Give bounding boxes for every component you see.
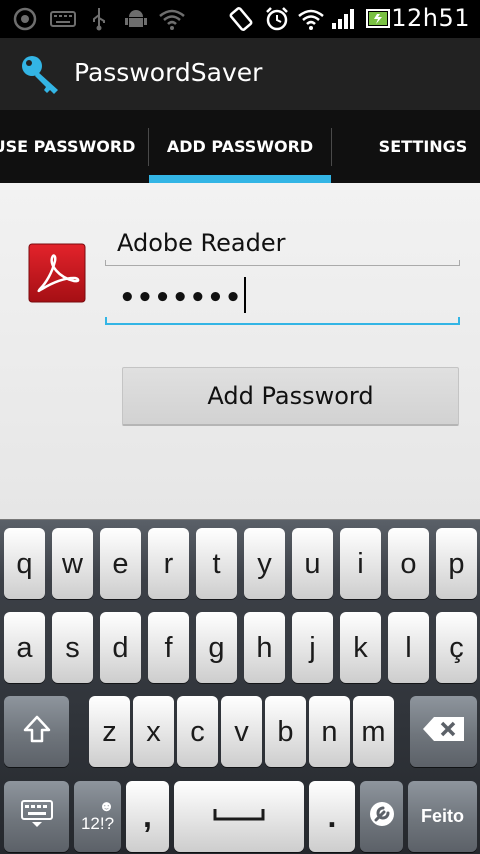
tab-label: ADD PASSWORD bbox=[166, 137, 314, 156]
key-d[interactable]: d bbox=[100, 612, 141, 683]
shift-key[interactable] bbox=[4, 696, 69, 767]
shift-icon bbox=[22, 714, 52, 749]
period-key[interactable]: . bbox=[309, 781, 355, 852]
status-time: 12h51 bbox=[391, 4, 470, 32]
emoji-icon: ☻ bbox=[98, 798, 115, 815]
key-c[interactable]: c bbox=[177, 696, 218, 767]
keyboard-notification-icon bbox=[50, 7, 76, 31]
tools-key[interactable] bbox=[360, 781, 403, 852]
add-password-button-label: Add Password bbox=[207, 382, 374, 410]
symbols-key-label: 12!? bbox=[80, 814, 115, 833]
password-field-value: ••••••• bbox=[119, 283, 243, 313]
tab-bar: USE PASSWORD ADD PASSWORD SETTINGS bbox=[0, 110, 480, 183]
tab-use-password[interactable]: USE PASSWORD bbox=[0, 110, 148, 183]
key-o[interactable]: o bbox=[388, 528, 429, 599]
key-r[interactable]: r bbox=[148, 528, 189, 599]
key-p[interactable]: p bbox=[436, 528, 477, 599]
app-title: PasswordSaver bbox=[74, 58, 263, 87]
key-h[interactable]: h bbox=[244, 612, 285, 683]
done-key[interactable]: Feito bbox=[408, 781, 477, 852]
wifi-signal-icon bbox=[297, 7, 325, 31]
soft-keyboard: q w e r t y u i o p a s d f g h j k l ç … bbox=[0, 519, 480, 854]
key-q[interactable]: q bbox=[4, 528, 45, 599]
keyboard-settings-key[interactable] bbox=[4, 781, 69, 852]
selected-tab-indicator bbox=[149, 175, 331, 183]
action-bar: PasswordSaver bbox=[0, 38, 480, 110]
name-field-value: Adobe Reader bbox=[117, 229, 286, 257]
key-b[interactable]: b bbox=[265, 696, 306, 767]
key-j[interactable]: j bbox=[292, 612, 333, 683]
alarm-icon bbox=[264, 7, 290, 31]
key-m[interactable]: m bbox=[353, 696, 394, 767]
key-v[interactable]: v bbox=[221, 696, 262, 767]
key-s[interactable]: s bbox=[52, 612, 93, 683]
symbols-key[interactable]: ☻ 12!? bbox=[74, 781, 121, 852]
comma-key[interactable]: , bbox=[126, 781, 169, 852]
key-y[interactable]: y bbox=[244, 528, 285, 599]
battery-icon bbox=[365, 7, 391, 31]
key-t[interactable]: t bbox=[196, 528, 237, 599]
key-x[interactable]: x bbox=[133, 696, 174, 767]
space-key[interactable] bbox=[174, 781, 304, 852]
android-debug-icon bbox=[125, 7, 147, 31]
tab-label: USE PASSWORD bbox=[0, 137, 136, 156]
key-e[interactable]: e bbox=[100, 528, 141, 599]
add-password-form: Adobe Reader ••••••• Add Password bbox=[0, 183, 480, 519]
cell-signal-icon bbox=[331, 7, 355, 31]
key-f[interactable]: f bbox=[148, 612, 189, 683]
key-k[interactable]: k bbox=[340, 612, 381, 683]
tab-label: SETTINGS bbox=[378, 137, 468, 156]
status-bar: 12h51 bbox=[0, 0, 480, 38]
add-password-button[interactable]: Add Password bbox=[122, 367, 459, 426]
backspace-icon bbox=[422, 715, 466, 748]
backspace-key[interactable] bbox=[410, 696, 477, 767]
done-key-label: Feito bbox=[421, 806, 464, 826]
key-u[interactable]: u bbox=[292, 528, 333, 599]
key-c-cedilla[interactable]: ç bbox=[436, 612, 477, 683]
key-n[interactable]: n bbox=[309, 696, 350, 767]
tab-divider bbox=[331, 128, 332, 166]
keyboard-settings-icon bbox=[20, 799, 54, 834]
key-i[interactable]: i bbox=[340, 528, 381, 599]
text-cursor bbox=[244, 277, 247, 313]
tab-add-password[interactable]: ADD PASSWORD bbox=[149, 110, 331, 183]
name-field[interactable]: Adobe Reader bbox=[105, 226, 460, 266]
key-icon bbox=[20, 54, 64, 94]
tab-settings[interactable]: SETTINGS bbox=[360, 110, 480, 183]
wifi-notification-icon bbox=[158, 7, 186, 31]
usb-icon bbox=[90, 7, 108, 31]
rotation-lock-icon bbox=[228, 7, 254, 31]
key-l[interactable]: l bbox=[388, 612, 429, 683]
adobe-reader-icon bbox=[28, 243, 86, 303]
key-z[interactable]: z bbox=[89, 696, 130, 767]
key-w[interactable]: w bbox=[52, 528, 93, 599]
password-field[interactable]: ••••••• bbox=[105, 277, 460, 325]
space-icon bbox=[212, 800, 266, 833]
screenshot-icon bbox=[12, 7, 38, 31]
tools-icon bbox=[368, 800, 396, 833]
key-a[interactable]: a bbox=[4, 612, 45, 683]
key-g[interactable]: g bbox=[196, 612, 237, 683]
